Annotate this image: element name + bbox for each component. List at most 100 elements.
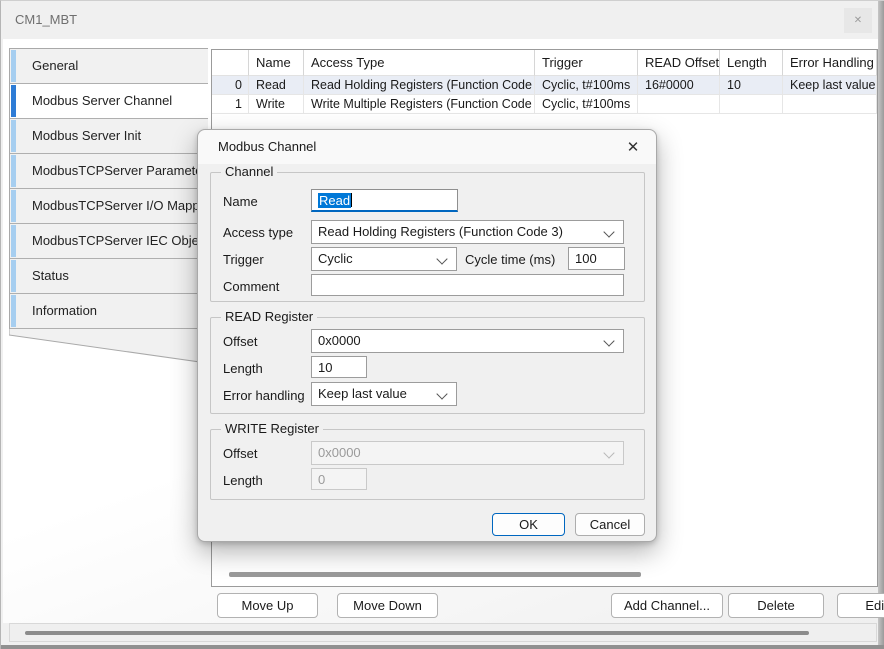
- comment-input[interactable]: [311, 274, 624, 296]
- sidebar-tail: [9, 329, 208, 365]
- error-handling-value: Keep last value: [318, 386, 407, 401]
- cell-trigger: Cyclic, t#100ms: [535, 95, 638, 114]
- cell-access-type: Read Holding Registers (Function Code 03…: [304, 76, 535, 95]
- cell-error-handling: Keep last value: [783, 76, 877, 95]
- window-horizontal-scrollbar-thumb[interactable]: [25, 631, 809, 635]
- column-header-read-offset[interactable]: READ Offset: [638, 50, 720, 76]
- sidebar-item-modbustcpserver-parameters[interactable]: ModbusTCPServer Parameters: [10, 154, 208, 189]
- read-offset-label: Offset: [223, 334, 257, 349]
- error-handling-select[interactable]: Keep last value: [311, 382, 457, 406]
- access-type-label: Access type: [223, 225, 293, 240]
- cell-read-offset: [638, 95, 720, 114]
- cell-read-offset: 16#0000: [638, 76, 720, 95]
- write-length-label: Length: [223, 473, 263, 488]
- selected-text: Read: [318, 193, 351, 208]
- column-header-length[interactable]: Length: [720, 50, 783, 76]
- move-down-button[interactable]: Move Down: [337, 593, 438, 618]
- chevron-down-icon: [603, 335, 614, 346]
- channel-group: Channel Name Read Access type Read Holdi…: [210, 172, 645, 302]
- move-up-button[interactable]: Move Up: [217, 593, 318, 618]
- trigger-select[interactable]: Cyclic: [311, 247, 457, 271]
- write-register-legend: WRITE Register: [221, 421, 323, 436]
- access-type-select[interactable]: Read Holding Registers (Function Code 3): [311, 220, 624, 244]
- sidebar-item-label: Information: [32, 294, 97, 328]
- tab-strip-icon: [11, 260, 16, 292]
- table-row[interactable]: 0 Read Read Holding Registers (Function …: [212, 76, 877, 95]
- write-length-input: 0: [311, 468, 367, 490]
- write-offset-label: Offset: [223, 446, 257, 461]
- sidebar-item-label: Modbus Server Init: [32, 119, 141, 153]
- window-right-edge: [878, 1, 884, 649]
- tab-strip-icon: [11, 225, 16, 257]
- table-header-row: Name Access Type Trigger READ Offset Len…: [212, 50, 877, 76]
- tab-strip-icon: [11, 50, 16, 82]
- sidebar-item-information[interactable]: Information: [10, 294, 208, 329]
- close-icon: ✕: [854, 15, 862, 26]
- column-header-name[interactable]: Name: [249, 50, 304, 76]
- window-horizontal-scrollbar-track[interactable]: [9, 623, 877, 642]
- read-register-legend: READ Register: [221, 309, 317, 324]
- sidebar-item-modbustcpserver-iec-objects[interactable]: ModbusTCPServer IEC Objects: [10, 224, 208, 259]
- chevron-down-icon: [436, 253, 447, 264]
- table-horizontal-scrollbar[interactable]: [229, 572, 641, 577]
- cancel-button[interactable]: Cancel: [575, 513, 645, 536]
- read-offset-value: 0x0000: [318, 333, 361, 348]
- cycle-time-input[interactable]: 100: [568, 247, 625, 270]
- sidebar-item-label: Status: [32, 259, 69, 293]
- read-length-label: Length: [223, 361, 263, 376]
- window-title: CM1_MBT: [15, 12, 77, 27]
- column-header-trigger[interactable]: Trigger: [535, 50, 638, 76]
- dialog-header: Modbus Channel ✕: [198, 130, 656, 164]
- text-caret: [351, 193, 352, 207]
- sidebar-item-modbustcpserver-io-mapping[interactable]: ModbusTCPServer I/O Mapping: [10, 189, 208, 224]
- tab-strip-icon: [11, 190, 16, 222]
- table-row[interactable]: 1 Write Write Multiple Registers (Functi…: [212, 95, 877, 114]
- sidebar-item-modbus-server-init[interactable]: Modbus Server Init: [10, 119, 208, 154]
- access-type-value: Read Holding Registers (Function Code 3): [318, 224, 563, 239]
- read-offset-select[interactable]: 0x0000: [311, 329, 624, 353]
- tab-strip-icon: [11, 295, 16, 327]
- sidebar-item-label: ModbusTCPServer Parameters: [32, 154, 213, 188]
- close-window-button[interactable]: ✕: [844, 8, 872, 33]
- tab-strip-icon: [11, 120, 16, 152]
- close-icon: ✕: [627, 138, 640, 156]
- channel-group-legend: Channel: [221, 164, 277, 179]
- name-input[interactable]: Read: [311, 189, 458, 212]
- row-index: 1: [212, 95, 249, 114]
- column-header-index[interactable]: [212, 50, 249, 76]
- cell-access-type: Write Multiple Registers (Function Code …: [304, 95, 535, 114]
- ok-button[interactable]: OK: [492, 513, 565, 536]
- sidebar-item-label: ModbusTCPServer I/O Mapping: [32, 189, 217, 223]
- dialog-title: Modbus Channel: [218, 130, 316, 163]
- cell-error-handling: [783, 95, 877, 114]
- add-channel-button[interactable]: Add Channel...: [611, 593, 723, 618]
- column-header-access-type[interactable]: Access Type: [304, 50, 535, 76]
- cell-trigger: Cyclic, t#100ms: [535, 76, 638, 95]
- write-register-group: WRITE Register Offset 0x0000 Length 0: [210, 429, 645, 500]
- sidebar-item-status[interactable]: Status: [10, 259, 208, 294]
- dialog-close-button[interactable]: ✕: [620, 135, 646, 159]
- chevron-down-icon: [603, 226, 614, 237]
- cycle-time-label: Cycle time (ms): [465, 252, 555, 267]
- chevron-down-icon: [603, 447, 614, 458]
- sidebar-item-general[interactable]: General: [10, 49, 208, 84]
- modbus-channel-dialog: Modbus Channel ✕ Channel Name Read Acces…: [197, 129, 657, 542]
- cell-name: Write: [249, 95, 304, 114]
- trigger-label: Trigger: [223, 252, 264, 267]
- column-header-error-handling[interactable]: Error Handling: [783, 50, 877, 76]
- read-length-input[interactable]: 10: [311, 356, 367, 378]
- delete-button[interactable]: Delete: [728, 593, 824, 618]
- sidebar-tab-list: General Modbus Server Channel Modbus Ser…: [9, 48, 208, 329]
- cell-name: Read: [249, 76, 304, 95]
- sidebar-item-label: Modbus Server Channel: [32, 84, 172, 118]
- window-bottom-edge: [1, 645, 884, 649]
- write-offset-value: 0x0000: [318, 445, 361, 460]
- row-index: 0: [212, 76, 249, 95]
- edit-button[interactable]: Edit...: [837, 593, 884, 618]
- sidebar-item-modbus-server-channel[interactable]: Modbus Server Channel: [10, 84, 208, 119]
- device-editor-window: CM1_MBT ✕ General Modbus Server Channel …: [0, 0, 884, 649]
- tab-strip-icon: [11, 85, 16, 117]
- comment-label: Comment: [223, 279, 279, 294]
- read-register-group: READ Register Offset 0x0000 Length 10 Er…: [210, 317, 645, 414]
- cell-length: [720, 95, 783, 114]
